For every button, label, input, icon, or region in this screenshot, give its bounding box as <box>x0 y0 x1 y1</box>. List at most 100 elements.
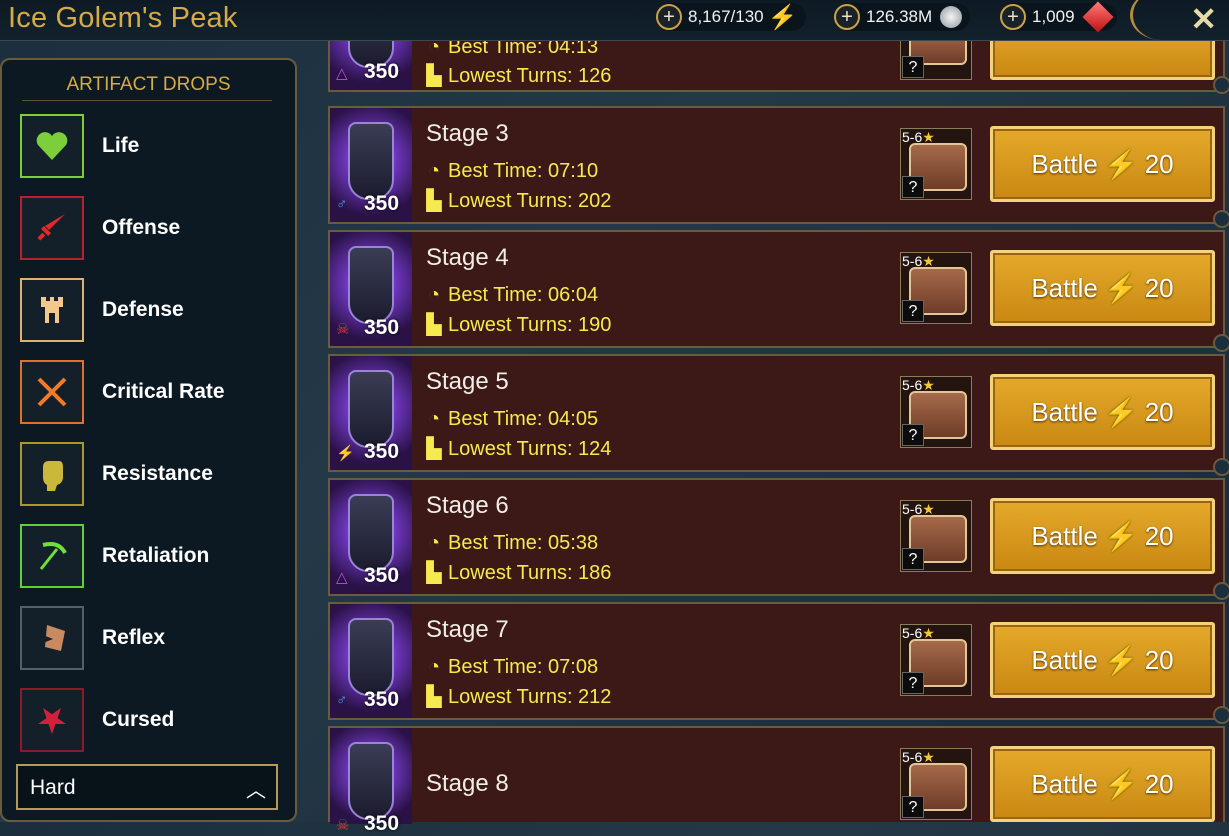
battle-button[interactable]: Battle ⚡ 20 <box>990 622 1215 698</box>
lowest-turns: ▙ Lowest Turns: 126 <box>426 65 612 87</box>
filter-cursed[interactable]: Cursed <box>20 688 290 752</box>
stage-row: △ 350 Stage 6 ◔ Best Time: 05:38 ▙ Lowest … <box>328 478 1229 600</box>
best-time: ◔ Best Time: 06:04 <box>427 284 599 306</box>
silver-coin-icon <box>940 6 963 28</box>
lowest-turns: ▙ Lowest Turns: 186 <box>426 562 612 584</box>
reward-chest[interactable]: 5-6★ ? <box>900 376 972 448</box>
battle-cost: 20 <box>1144 644 1174 675</box>
gems-value: 1,009 <box>1032 7 1075 26</box>
best-time: ◔ Best Time: 07:10 <box>427 160 599 182</box>
turns-icon: ▙ <box>426 190 442 212</box>
unknown-reward-icon: ? <box>902 672 924 694</box>
difficulty-value: Hard <box>30 776 76 799</box>
energy-icon: ⚡ <box>1103 396 1139 428</box>
battle-button[interactable]: Battle ⚡ 20 <box>990 126 1215 202</box>
battle-cost: 20 <box>1144 148 1174 179</box>
scythe-icon <box>20 524 84 588</box>
filter-resistance[interactable]: Resistance <box>20 442 290 506</box>
stage-row: ⚡ 350 Stage 5 ◔ Best Time: 04:05 ▙ Lowest … <box>328 354 1229 476</box>
panel-title: ARTIFACT DROPS <box>66 74 231 95</box>
reward-chest[interactable]: 5-6★ ? <box>900 252 972 324</box>
clock-icon: ◔ <box>427 284 441 306</box>
chest-rank: 5-6★ <box>902 129 935 145</box>
pentagram-icon <box>20 688 84 752</box>
add-energy-button[interactable]: + <box>656 4 682 30</box>
battle-cost: 20 <box>1144 520 1174 551</box>
stage-name: Stage 6 <box>426 492 509 519</box>
battle-button[interactable]: Battle ⚡ 20 <box>990 498 1215 574</box>
silver-value: 126.38M <box>866 7 933 26</box>
unknown-reward-icon: ? <box>902 796 924 818</box>
stage-row: ♂ 350 Stage 3 ◔ Best Time: 07:10 ▙ Lowest … <box>328 106 1229 228</box>
reward-chest[interactable]: 5-6★ ? <box>900 748 972 820</box>
sword-icon <box>20 196 84 260</box>
reward-chest[interactable]: 5-6★ ? <box>900 500 972 572</box>
affinity-icon: ⚡ <box>336 445 355 462</box>
chest-rank: 5-6★ <box>902 253 935 269</box>
unknown-reward-icon: ? <box>902 56 924 78</box>
battle-label: Battle <box>1031 644 1098 675</box>
star-icon: ★ <box>922 501 935 517</box>
turns-icon: ▙ <box>426 686 442 708</box>
unknown-reward-icon: ? <box>902 548 924 570</box>
unknown-reward-icon: ? <box>902 300 924 322</box>
battle-cost: 20 <box>1144 768 1174 799</box>
difficulty-dropdown[interactable]: Hard ︿ <box>16 764 278 810</box>
stage-name: Stage 7 <box>426 616 509 643</box>
lowest-turns: ▙ Lowest Turns: 190 <box>426 314 612 336</box>
battle-button[interactable]: Battle ⚡ 20 <box>990 746 1215 822</box>
clock-icon: ◔ <box>427 160 441 182</box>
chest-rank: 5-6★ <box>902 377 935 393</box>
close-icon: ✕ <box>1190 1 1217 37</box>
boss-level: 350 <box>364 440 400 463</box>
affinity-icon: ☠ <box>336 321 350 338</box>
energy-icon: ⚡ <box>1103 520 1139 552</box>
gems-resource: + 1,009 <box>1000 1 1117 33</box>
stage-name: Stage 4 <box>426 244 509 271</box>
filter-defense[interactable]: Defense <box>20 278 290 342</box>
boss-level: 350 <box>364 688 400 711</box>
add-silver-button[interactable]: + <box>834 4 860 30</box>
arrow-shield-icon <box>20 606 84 670</box>
turns-icon: ▙ <box>426 562 442 584</box>
clock-icon: ◔ <box>427 656 441 678</box>
energy-icon: ⚡ <box>1103 148 1139 180</box>
reward-chest[interactable]: 5-6★ ? <box>900 624 972 696</box>
battle-cost: 20 <box>1144 396 1174 427</box>
boss-level: 350 <box>364 316 400 339</box>
turns-icon: ▙ <box>426 438 442 460</box>
clock-icon: ◔ <box>427 408 441 430</box>
heart-icon <box>20 114 84 178</box>
reward-chest[interactable]: 5-6★ ? <box>900 128 972 200</box>
boss-portrait <box>330 728 412 824</box>
battle-button[interactable]: Battle ⚡ 20 <box>990 250 1215 326</box>
fist-icon <box>20 442 84 506</box>
turns-icon: ▙ <box>426 65 442 87</box>
stage-row: ♂ 350 Stage 7 ◔ Best Time: 07:08 ▙ Lowest … <box>328 602 1229 724</box>
affinity-icon: ♂ <box>336 692 348 709</box>
best-time: ◔ Best Time: 07:08 <box>427 656 599 678</box>
star-icon: ★ <box>922 129 935 145</box>
filter-offense[interactable]: Offense <box>20 196 290 260</box>
stage-name: Stage 3 <box>426 120 509 147</box>
filter-reflex[interactable]: Reflex <box>20 606 290 670</box>
battle-label: Battle <box>1031 396 1098 427</box>
boss-level: 350 <box>364 60 400 83</box>
chest-rank: 5-6★ <box>902 749 935 765</box>
close-button[interactable]: ✕ <box>1190 0 1217 38</box>
add-gems-button[interactable]: + <box>1000 4 1026 30</box>
page-title: Ice Golem's Peak <box>8 2 238 34</box>
ruby-icon <box>1081 1 1114 33</box>
filter-label: Cursed <box>102 708 175 731</box>
unknown-reward-icon: ? <box>902 424 924 446</box>
battle-button[interactable]: Battle ⚡ 20 <box>990 374 1215 450</box>
filter-life[interactable]: Life <box>20 114 290 178</box>
battle-label: Battle <box>1031 272 1098 303</box>
chest-rank: 5-6★ <box>902 501 935 517</box>
filter-critical-rate[interactable]: Critical Rate <box>20 360 290 424</box>
filter-label: Life <box>102 134 140 157</box>
filter-label: Defense <box>102 298 184 321</box>
lowest-turns: ▙ Lowest Turns: 212 <box>426 686 612 708</box>
filter-retaliation[interactable]: Retaliation <box>20 524 290 588</box>
star-icon: ★ <box>922 625 935 641</box>
